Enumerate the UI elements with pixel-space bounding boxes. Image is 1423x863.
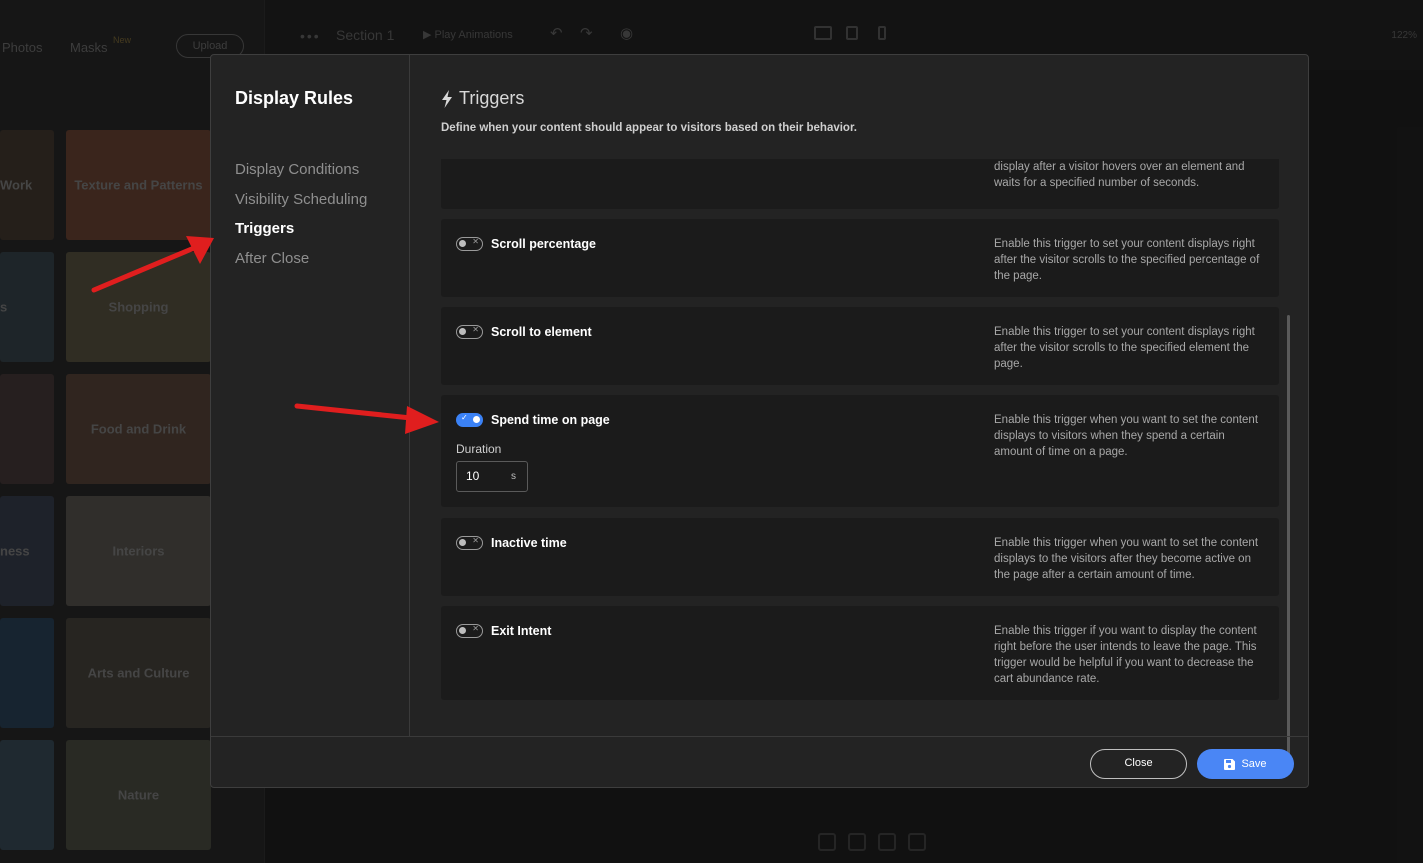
sidebar-item-after-close[interactable]: After Close	[235, 250, 367, 280]
trigger-description: Enable this trigger to set your content …	[994, 326, 1255, 370]
save-button[interactable]: Save	[1197, 749, 1294, 779]
trigger-description: Enable this trigger if you want to displ…	[994, 625, 1257, 685]
section-title-text: Triggers	[459, 88, 525, 108]
triggers-panel: Triggers Define when your content should…	[411, 55, 1308, 736]
sidebar-nav: Display Conditions Visibility Scheduling…	[235, 161, 367, 279]
lightning-icon	[442, 89, 452, 108]
scrollbar[interactable]	[1287, 315, 1290, 759]
modal-title: Display Rules	[235, 88, 354, 108]
trigger-card: ✕ Inactive time Enable this trigger when…	[441, 518, 1279, 596]
toggle-knob	[459, 627, 466, 634]
toggle-knob	[459, 539, 466, 546]
check-icon: ✓	[461, 413, 468, 422]
spend-time-toggle[interactable]: ✓	[456, 413, 483, 427]
sidebar-item-display-conditions[interactable]: Display Conditions	[235, 161, 367, 191]
toggle-knob	[473, 416, 480, 423]
trigger-description: Enable this trigger to set your content …	[994, 238, 1260, 282]
close-icon: ✕	[472, 624, 479, 633]
annotation-arrow-icon	[294, 403, 439, 434]
close-button[interactable]: Close	[1090, 749, 1187, 779]
exit-intent-toggle[interactable]: ✕	[456, 624, 483, 638]
modal-sidebar: Display Rules Display Conditions Visibil…	[211, 55, 410, 736]
trigger-card: ✕ Scroll to element Enable this trigger …	[441, 307, 1279, 385]
trigger-card: ✓ Spend time on page Enable this trigger…	[441, 395, 1279, 507]
trigger-card: ✕ Exit Intent Enable this trigger if you…	[441, 606, 1279, 700]
trigger-description: Enable this trigger when you want to set…	[994, 414, 1259, 458]
section-title: Triggers	[441, 88, 524, 109]
trigger-label: Scroll percentage	[491, 237, 596, 251]
sidebar-item-triggers[interactable]: Triggers	[235, 220, 367, 250]
close-icon: ✕	[472, 325, 479, 334]
toggle-knob	[459, 240, 466, 247]
trigger-label: Scroll to element	[491, 325, 592, 339]
close-icon: ✕	[472, 237, 479, 246]
duration-unit: s	[511, 471, 516, 482]
close-icon: ✕	[472, 536, 479, 545]
toggle-knob	[459, 328, 466, 335]
duration-field[interactable]: s	[456, 461, 528, 492]
trigger-card: display after a visitor hovers over an e…	[441, 159, 1279, 209]
trigger-description: display after a visitor hovers over an e…	[994, 161, 1245, 189]
save-icon	[1224, 758, 1236, 770]
trigger-label: Exit Intent	[491, 624, 552, 638]
trigger-description: Enable this trigger when you want to set…	[994, 537, 1259, 581]
save-label: Save	[1241, 758, 1267, 770]
triggers-list[interactable]: display after a visitor hovers over an e…	[441, 159, 1291, 719]
trigger-label: Spend time on page	[491, 413, 610, 427]
annotation-arrow-icon	[91, 236, 214, 293]
sidebar-item-visibility-scheduling[interactable]: Visibility Scheduling	[235, 191, 367, 221]
inactive-time-toggle[interactable]: ✕	[456, 536, 483, 550]
scroll-to-element-toggle[interactable]: ✕	[456, 325, 483, 339]
section-subtitle: Define when your content should appear t…	[441, 122, 857, 134]
duration-label: Duration	[456, 442, 502, 456]
scroll-percentage-toggle[interactable]: ✕	[456, 237, 483, 251]
duration-input[interactable]	[466, 469, 496, 483]
trigger-label: Inactive time	[491, 536, 567, 550]
trigger-card: ✕ Scroll percentage Enable this trigger …	[441, 219, 1279, 297]
modal-footer: Close Save	[211, 736, 1308, 787]
